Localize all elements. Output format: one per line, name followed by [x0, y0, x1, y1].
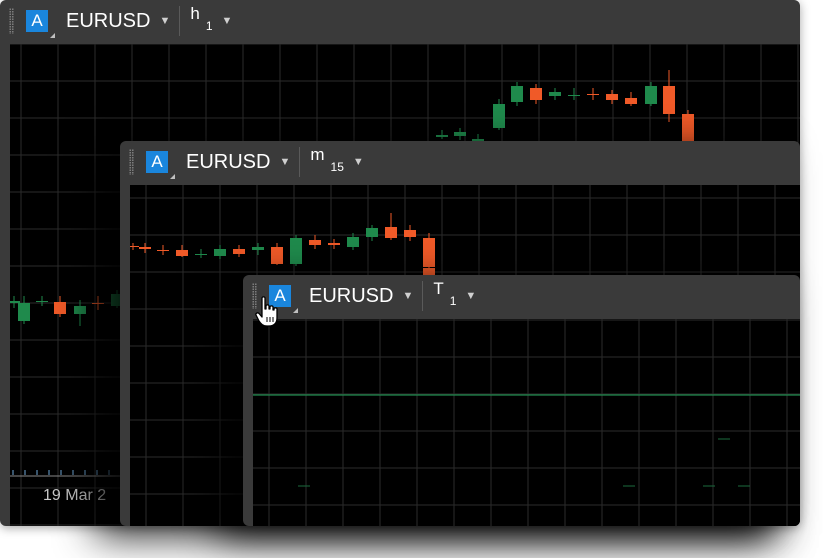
chart-toolbar: A EURUSD ▼ T 1 ▼ — [243, 275, 800, 317]
candle-body — [530, 88, 542, 100]
toolbar-divider — [422, 281, 424, 311]
candle-body — [347, 237, 359, 247]
candle-body — [157, 250, 169, 251]
drag-grip-icon[interactable] — [9, 8, 14, 34]
candle-body — [195, 254, 207, 255]
candle-body — [92, 303, 104, 304]
dropdown-caret-icon[interactable]: ▼ — [159, 15, 170, 27]
symbol-selector[interactable]: EURUSD — [309, 285, 393, 308]
account-badge[interactable]: A — [26, 10, 55, 38]
time-axis-label: 19 Mar 2 — [43, 487, 107, 504]
timeframe-selector[interactable]: T — [433, 279, 443, 299]
candle-body — [423, 238, 435, 267]
candle-body — [309, 240, 321, 245]
candle-body — [606, 94, 618, 100]
timeframe-value: 1 — [205, 19, 213, 33]
candle-body — [139, 247, 151, 249]
candle-body — [645, 86, 657, 104]
timeframe-value: 1 — [449, 294, 457, 308]
candle-body — [252, 247, 264, 250]
drag-grip-icon[interactable] — [129, 149, 134, 175]
symbol-selector[interactable]: EURUSD — [66, 10, 150, 33]
candle-body — [385, 227, 397, 238]
candle-body — [625, 98, 637, 104]
hand-pointer-cursor-icon — [255, 296, 278, 327]
candle-body — [568, 95, 580, 96]
timeframe-selector[interactable]: h — [190, 4, 199, 24]
corner-triangle-icon — [170, 174, 175, 179]
candle-body — [74, 306, 86, 314]
candle-body — [682, 114, 694, 144]
candle-body — [328, 243, 340, 245]
candle-body — [454, 132, 466, 136]
candle-body — [176, 250, 188, 256]
toolbar-divider — [299, 147, 301, 177]
chart-window-tick: A EURUSD ▼ T 1 ▼ — [243, 275, 800, 526]
candle-body — [54, 302, 66, 314]
timeframe-selector[interactable]: m — [310, 145, 324, 165]
chart-toolbar: A EURUSD ▼ m 15 ▼ — [120, 141, 800, 183]
candle-body — [436, 135, 448, 137]
candle-body — [10, 301, 20, 303]
account-letter: A — [31, 11, 43, 30]
candle-body — [549, 92, 561, 96]
timeframe-value: 15 — [330, 160, 344, 174]
candle-body — [366, 228, 378, 237]
candle-body — [214, 249, 226, 256]
account-badge[interactable]: A — [146, 151, 175, 179]
candle-body — [233, 249, 245, 254]
candle-body — [423, 268, 435, 275]
candle-body — [271, 247, 283, 264]
dropdown-caret-icon[interactable]: ▼ — [222, 15, 233, 27]
symbol-selector[interactable]: EURUSD — [186, 151, 270, 174]
dropdown-caret-icon[interactable]: ▼ — [465, 290, 476, 302]
tick-chart-area[interactable] — [253, 319, 800, 526]
dropdown-caret-icon[interactable]: ▼ — [279, 156, 290, 168]
candle-body — [130, 246, 139, 247]
candle-body — [18, 303, 30, 321]
candle-body — [404, 230, 416, 237]
toolbar-divider — [179, 6, 181, 36]
candle-body — [587, 94, 599, 95]
candle-body — [663, 86, 675, 114]
dropdown-caret-icon[interactable]: ▼ — [402, 290, 413, 302]
candle-body — [493, 104, 505, 128]
chart-toolbar: A EURUSD ▼ h 1 ▼ — [0, 0, 800, 42]
candle-body — [290, 238, 302, 264]
dropdown-caret-icon[interactable]: ▼ — [353, 156, 364, 168]
corner-triangle-icon — [293, 308, 298, 313]
tick-chart — [253, 319, 800, 526]
candle-body — [511, 86, 523, 102]
corner-triangle-icon — [50, 33, 55, 38]
candle-body — [36, 301, 48, 302]
account-letter: A — [151, 152, 163, 171]
